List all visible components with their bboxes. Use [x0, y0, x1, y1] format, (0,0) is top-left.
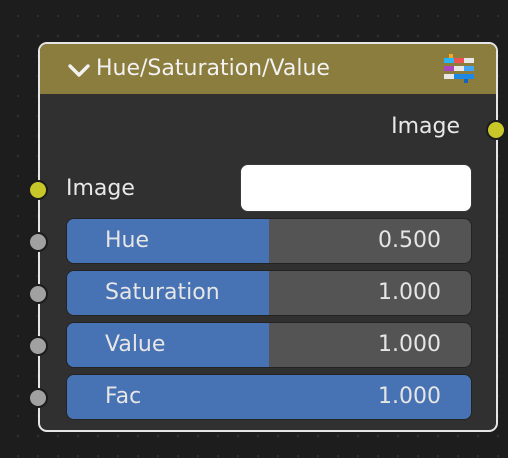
saturation-socket[interactable] [28, 284, 48, 304]
chevron-down-icon[interactable] [66, 58, 92, 82]
output-image-label: Image [391, 114, 460, 139]
node-header[interactable]: Hue/Saturation/Value [40, 44, 496, 94]
value-slider-fill [67, 323, 269, 367]
hue-socket[interactable] [28, 232, 48, 252]
fac-slider[interactable]: Fac 1.000 [66, 374, 472, 420]
saturation-label: Saturation [105, 280, 220, 305]
input-color-swatch[interactable] [240, 164, 472, 212]
saturation-value: 1.000 [378, 280, 441, 305]
hue-value: 0.500 [378, 228, 441, 253]
value-label: Value [105, 332, 166, 357]
value-value: 1.000 [378, 332, 441, 357]
saturation-slider[interactable]: Saturation 1.000 [66, 270, 472, 316]
input-image-socket[interactable] [28, 180, 48, 200]
node-title: Hue/Saturation/Value [96, 56, 330, 81]
value-slider[interactable]: Value 1.000 [66, 322, 472, 368]
value-socket[interactable] [28, 336, 48, 356]
input-image-label: Image [66, 176, 135, 201]
fac-socket[interactable] [28, 388, 48, 408]
color-node-icon [444, 54, 474, 83]
fac-label: Fac [105, 384, 142, 409]
fac-value: 1.000 [378, 384, 441, 409]
hue-saturation-value-node[interactable]: Hue/Saturation/Value Image Image Hue 0.5… [28, 42, 506, 432]
hue-slider-fill [67, 219, 269, 263]
output-image-socket[interactable] [486, 120, 506, 140]
hue-slider[interactable]: Hue 0.500 [66, 218, 472, 264]
hue-label: Hue [105, 228, 150, 253]
